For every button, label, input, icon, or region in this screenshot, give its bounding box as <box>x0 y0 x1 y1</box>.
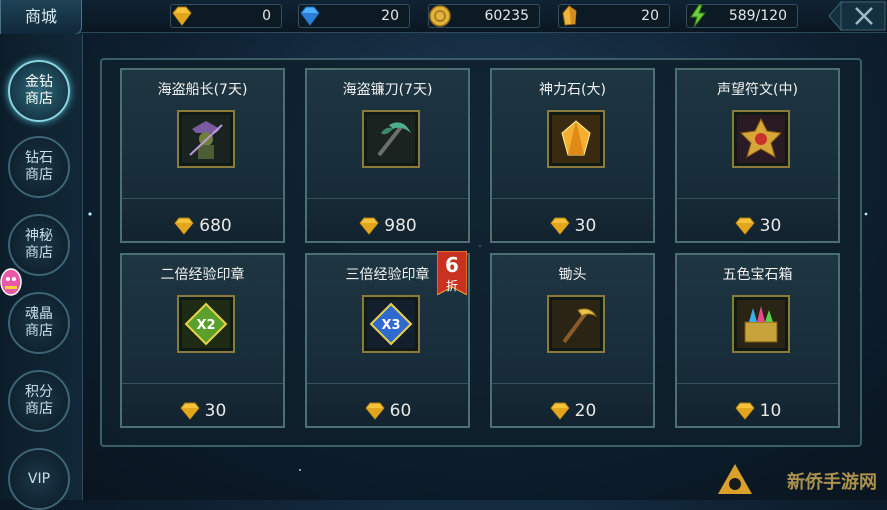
item-frame <box>547 295 605 353</box>
svg-text:X2: X2 <box>196 318 215 333</box>
gold-diamond-icon <box>174 217 194 235</box>
card-divider <box>492 198 653 199</box>
item-name: 二倍经验印章 <box>160 267 245 283</box>
tab-vip[interactable]: VIP <box>8 448 70 510</box>
tab-points-shop[interactable]: 积分商店 <box>8 370 70 432</box>
stamina-counter[interactable]: 589/120 <box>686 4 798 28</box>
card-divider <box>122 198 283 199</box>
page-title: 商城 <box>0 0 82 35</box>
item-price-value: 30 <box>759 216 782 236</box>
blue-diamond-icon <box>300 6 320 26</box>
shop-item-card[interactable]: 声望符文(中) 30 <box>675 68 840 243</box>
card-divider <box>492 383 653 384</box>
gold-diamond-icon <box>735 217 755 235</box>
card-divider <box>307 198 468 199</box>
item-price: 10 <box>677 401 838 421</box>
pirate-scythe-icon <box>367 115 415 163</box>
stamina-icon <box>690 4 707 28</box>
top-bar: 商城 0 20 60235 20 589/120 <box>0 0 887 35</box>
gold-diamond-value: 0 <box>262 8 271 24</box>
pirate-captain-icon <box>182 115 230 163</box>
gold-diamond-icon <box>550 402 570 420</box>
item-price: 30 <box>122 401 283 421</box>
item-price-value: 30 <box>204 401 227 421</box>
gem-chest-icon <box>737 300 785 348</box>
item-frame <box>177 110 235 168</box>
card-divider <box>122 383 283 384</box>
shop-item-card[interactable]: 五色宝石箱 10 <box>675 253 840 428</box>
item-price-value: 680 <box>199 216 232 236</box>
svg-text:X3: X3 <box>381 318 400 333</box>
tab-label: 钻石商店 <box>25 150 53 183</box>
shop-item-card[interactable]: 锄头 20 <box>490 253 655 428</box>
double-exp-seal-icon: X2 <box>182 300 230 348</box>
blue-diamond-counter[interactable]: 20 <box>298 4 410 28</box>
item-price: 20 <box>492 401 653 421</box>
watermark-logo-icon <box>718 464 752 494</box>
discount-badge: 6 折 <box>437 251 467 295</box>
gold-coin-icon <box>429 5 451 27</box>
tab-label: 金钻商店 <box>25 74 53 107</box>
close-button[interactable] <box>827 0 887 32</box>
item-frame <box>732 295 790 353</box>
item-frame: X3 <box>362 295 420 353</box>
shop-item-card[interactable]: 海盗船长(7天) 680 <box>120 68 285 243</box>
item-name: 锄头 <box>558 267 587 283</box>
shop-item-card[interactable]: 海盗镰刀(7天) 980 <box>305 68 470 243</box>
gold-diamond-icon <box>180 402 200 420</box>
tab-soul-crystal-shop[interactable]: 魂晶商店 <box>8 292 70 354</box>
crystal-icon <box>562 5 577 26</box>
item-name: 海盗船长(7天) <box>157 82 248 98</box>
blue-diamond-value: 20 <box>381 8 399 24</box>
prestige-rune-icon <box>737 115 785 163</box>
crystal-value: 20 <box>641 8 659 24</box>
card-divider <box>307 383 468 384</box>
discount-number: 6 <box>445 253 459 277</box>
gold-diamond-counter[interactable]: 0 <box>170 4 282 28</box>
item-frame <box>547 110 605 168</box>
tab-diamond-shop[interactable]: 钻石商店 <box>8 136 70 198</box>
item-price: 30 <box>677 216 838 236</box>
gold-diamond-icon <box>550 217 570 235</box>
item-frame <box>362 110 420 168</box>
item-price: 30 <box>492 216 653 236</box>
item-name: 五色宝石箱 <box>722 267 793 283</box>
gold-diamond-icon <box>365 402 385 420</box>
item-price: 60 <box>307 401 468 421</box>
shop-item-card[interactable]: 神力石(大) 30 <box>490 68 655 243</box>
shop-item-card[interactable]: 二倍经验印章 X2 30 <box>120 253 285 428</box>
item-price: 680 <box>122 216 283 236</box>
item-price: 980 <box>307 216 468 236</box>
card-divider <box>677 383 838 384</box>
tab-label: VIP <box>27 470 51 487</box>
pet-icon[interactable] <box>0 266 22 298</box>
hoe-icon <box>552 300 600 348</box>
watermark-text: 新侨手游网 <box>787 472 877 493</box>
tab-gold-diamond-shop[interactable]: 金钻商店 <box>8 60 70 122</box>
tab-label: 积分商店 <box>25 384 53 417</box>
item-frame <box>732 110 790 168</box>
gold-diamond-icon <box>172 6 192 26</box>
discount-label: 折 <box>445 279 458 293</box>
item-price-value: 980 <box>384 216 417 236</box>
power-stone-icon <box>552 115 600 163</box>
triple-exp-seal-icon: X3 <box>367 300 415 348</box>
item-price-value: 20 <box>574 401 597 421</box>
item-price-value: 30 <box>574 216 597 236</box>
item-price-value: 60 <box>389 401 412 421</box>
card-divider <box>677 198 838 199</box>
gold-coin-counter[interactable]: 60235 <box>428 4 540 28</box>
gold-coin-value: 60235 <box>484 8 529 24</box>
item-price-value: 10 <box>759 401 782 421</box>
item-name: 神力石(大) <box>539 82 606 98</box>
item-frame: X2 <box>177 295 235 353</box>
tab-label: 神秘商店 <box>25 228 53 261</box>
item-name: 海盗镰刀(7天) <box>342 82 433 98</box>
gold-diamond-icon <box>735 402 755 420</box>
stamina-value: 589/120 <box>728 8 787 24</box>
tab-label: 魂晶商店 <box>25 306 53 339</box>
gold-diamond-icon <box>359 217 379 235</box>
item-name: 声望符文(中) <box>717 82 798 98</box>
crystal-counter[interactable]: 20 <box>558 4 670 28</box>
